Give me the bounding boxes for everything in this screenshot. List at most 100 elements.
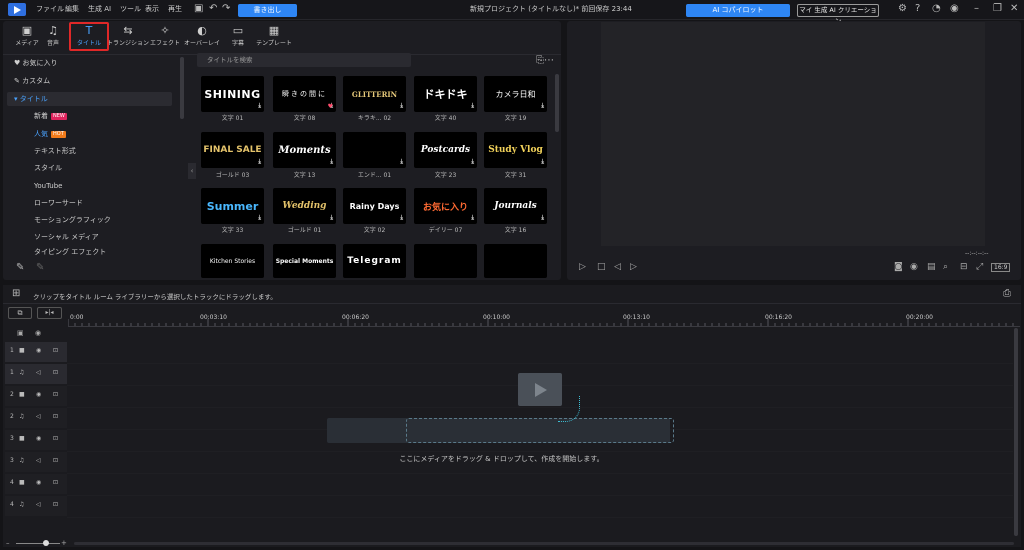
lock-icon[interactable]: ⊡ bbox=[53, 369, 58, 376]
menu-edit[interactable]: 編集 bbox=[65, 4, 79, 14]
sidebar-item-popular[interactable]: 人気 HOT bbox=[34, 128, 66, 141]
lock-icon[interactable]: ⊡ bbox=[53, 479, 58, 486]
title-card[interactable]: Kitchen Stories bbox=[201, 244, 264, 278]
remove-tag-icon[interactable]: ✎ bbox=[36, 262, 44, 273]
speaker-icon[interactable]: ◁ bbox=[36, 413, 41, 420]
zoom-out-icon[interactable]: – bbox=[6, 539, 10, 547]
title-card[interactable]: SHINING ⤓ bbox=[201, 76, 264, 112]
menu-gen-ai[interactable]: 生成 AI bbox=[88, 4, 111, 14]
video-track-header[interactable]: 3 ■ ◉ ⊡ bbox=[5, 430, 67, 450]
download-icon[interactable]: ⤓ bbox=[330, 214, 333, 222]
add-tag-icon[interactable]: ✎ bbox=[16, 262, 24, 273]
restore-icon[interactable]: ❐ bbox=[993, 3, 1002, 14]
title-card[interactable]: Study Vlog ⤓ bbox=[484, 132, 547, 168]
lock-icon[interactable]: ⊡ bbox=[53, 413, 58, 420]
title-search-input[interactable]: タイトルを検索 bbox=[197, 53, 411, 67]
sidebar-item-style[interactable]: スタイル bbox=[34, 162, 62, 175]
menu-tools[interactable]: ツール bbox=[120, 4, 141, 14]
audio-track-header[interactable]: 4 ♫ ◁ ⊡ bbox=[5, 496, 67, 516]
sidebar-item-lower-third[interactable]: ローワーサード bbox=[34, 197, 83, 210]
split-view-icon[interactable]: ⊟ bbox=[960, 262, 968, 272]
ai-copilot-button[interactable]: AI コパイロット bbox=[686, 4, 790, 17]
notification-icon[interactable]: ◔ bbox=[932, 3, 941, 14]
fullscreen-icon[interactable]: ⤢ bbox=[976, 262, 983, 272]
account-icon[interactable]: ◉ bbox=[950, 3, 959, 14]
video-track-header[interactable]: 2 ■ ◉ ⊡ bbox=[5, 386, 67, 406]
title-card[interactable]: お気に入り ⤓ bbox=[414, 188, 477, 224]
timeline-scrollbar[interactable] bbox=[1014, 328, 1018, 536]
tab-effect[interactable]: ✧ エフェクト bbox=[145, 24, 185, 50]
save-icon[interactable]: ▣ bbox=[194, 3, 203, 14]
lock-icon[interactable]: ⊡ bbox=[53, 457, 58, 464]
speaker-icon[interactable]: ◁ bbox=[36, 501, 41, 508]
fit-timeline-button[interactable]: ▸|◂ bbox=[37, 307, 62, 319]
sidebar-favorites[interactable]: ♥ お気に入り bbox=[14, 57, 58, 70]
export-button[interactable]: 書き出し bbox=[238, 4, 297, 17]
sidebar-title[interactable]: ▾ タイトル bbox=[14, 93, 48, 106]
track-manager-icon[interactable]: ⊞ bbox=[12, 288, 20, 299]
tab-template[interactable]: ▦ テンプレート bbox=[254, 24, 294, 50]
sidebar-item-text-style[interactable]: テキスト形式 bbox=[34, 145, 76, 158]
title-card[interactable]: Moments ⤓ bbox=[273, 132, 336, 168]
video-track-header[interactable]: 1 ■ ◉ ⊡ bbox=[5, 342, 67, 362]
timeline-hscrollbar[interactable] bbox=[74, 542, 1014, 545]
sidebar-scrollbar[interactable] bbox=[180, 57, 184, 119]
title-card[interactable]: ⤓ bbox=[343, 132, 406, 168]
title-card[interactable]: FINAL SALE ⤓ bbox=[201, 132, 264, 168]
download-icon[interactable]: ⤓ bbox=[258, 102, 261, 110]
tab-transition[interactable]: ⇆ トランジション bbox=[106, 24, 150, 50]
ai-creation-button[interactable]: マイ 生成 AI クリエーション bbox=[797, 4, 879, 25]
tab-title[interactable]: T タイトル bbox=[69, 22, 109, 51]
title-card[interactable]: Summer ⤓ bbox=[201, 188, 264, 224]
zoom-icon[interactable]: ⌕ bbox=[943, 262, 948, 272]
menu-play[interactable]: 再生 bbox=[168, 4, 182, 14]
download-icon[interactable]: ⤓ bbox=[258, 214, 261, 222]
audio-track-header[interactable]: 3 ♫ ◁ ⊡ bbox=[5, 452, 67, 472]
eye-icon[interactable]: ◉ bbox=[36, 347, 41, 354]
eye-icon[interactable]: ◉ bbox=[36, 479, 41, 486]
favorite-heart-icon[interactable]: ♥ bbox=[328, 103, 333, 110]
title-card[interactable]: Journals ⤓ bbox=[484, 188, 547, 224]
eye-icon[interactable]: ◉ bbox=[36, 435, 41, 442]
download-icon[interactable]: ⤓ bbox=[471, 214, 474, 222]
download-icon[interactable]: ⤓ bbox=[330, 158, 333, 166]
sidebar-item-new[interactable]: 新着 NEW bbox=[34, 110, 67, 123]
grid-scrollbar[interactable] bbox=[555, 74, 559, 132]
video-track-header[interactable]: 4 ■ ◉ ⊡ bbox=[5, 474, 67, 494]
settings-icon[interactable]: ⚙ bbox=[898, 3, 907, 14]
prev-frame-icon[interactable]: ◁ bbox=[614, 262, 621, 272]
title-card[interactable]: Rainy Days ⤓ bbox=[343, 188, 406, 224]
lock-icon[interactable]: ⊡ bbox=[53, 347, 58, 354]
drop-zone[interactable] bbox=[406, 418, 674, 443]
zoom-slider-track[interactable] bbox=[16, 543, 60, 544]
title-card[interactable] bbox=[414, 244, 477, 278]
lock-icon[interactable]: ⊡ bbox=[53, 501, 58, 508]
download-icon[interactable]: ⤓ bbox=[541, 214, 544, 222]
more-icon[interactable]: ⋯ bbox=[544, 55, 554, 66]
stop-icon[interactable]: □ bbox=[597, 262, 606, 272]
title-card[interactable]: カメラ日和 ⤓ bbox=[484, 76, 547, 112]
tab-audio[interactable]: ♫ 音声 bbox=[33, 24, 73, 50]
track-layout-button[interactable]: ⧉ bbox=[8, 307, 32, 319]
help-icon[interactable]: ? bbox=[915, 3, 920, 14]
download-icon[interactable]: ⤓ bbox=[541, 158, 544, 166]
audio-track-header[interactable]: 2 ♫ ◁ ⊡ bbox=[5, 408, 67, 428]
render-icon[interactable]: ⎙ bbox=[1003, 288, 1011, 299]
next-frame-icon[interactable]: ▷ bbox=[630, 262, 637, 272]
menu-view[interactable]: 表示 bbox=[145, 4, 159, 14]
sidebar-item-motion-graphics[interactable]: モーショングラフィック bbox=[34, 214, 111, 227]
undo-icon[interactable]: ↶ bbox=[209, 3, 217, 14]
close-icon[interactable]: ✕ bbox=[1010, 3, 1018, 14]
title-card[interactable]: ドキドキ ⤓ bbox=[414, 76, 477, 112]
lock-icon[interactable]: ⊡ bbox=[53, 391, 58, 398]
download-icon[interactable]: ⤓ bbox=[471, 102, 474, 110]
eye-icon[interactable]: ◉ bbox=[36, 391, 41, 398]
eye-icon[interactable]: ◉ bbox=[35, 329, 41, 337]
download-icon[interactable]: ⤓ bbox=[400, 102, 403, 110]
title-card[interactable]: Wedding ⤓ bbox=[273, 188, 336, 224]
import-icon[interactable]: ⎘ bbox=[536, 55, 544, 66]
minimize-icon[interactable]: – bbox=[974, 3, 979, 14]
title-card[interactable] bbox=[484, 244, 547, 278]
sidebar-item-youtube[interactable]: YouTube bbox=[34, 180, 62, 193]
download-icon[interactable]: ⤓ bbox=[258, 158, 261, 166]
